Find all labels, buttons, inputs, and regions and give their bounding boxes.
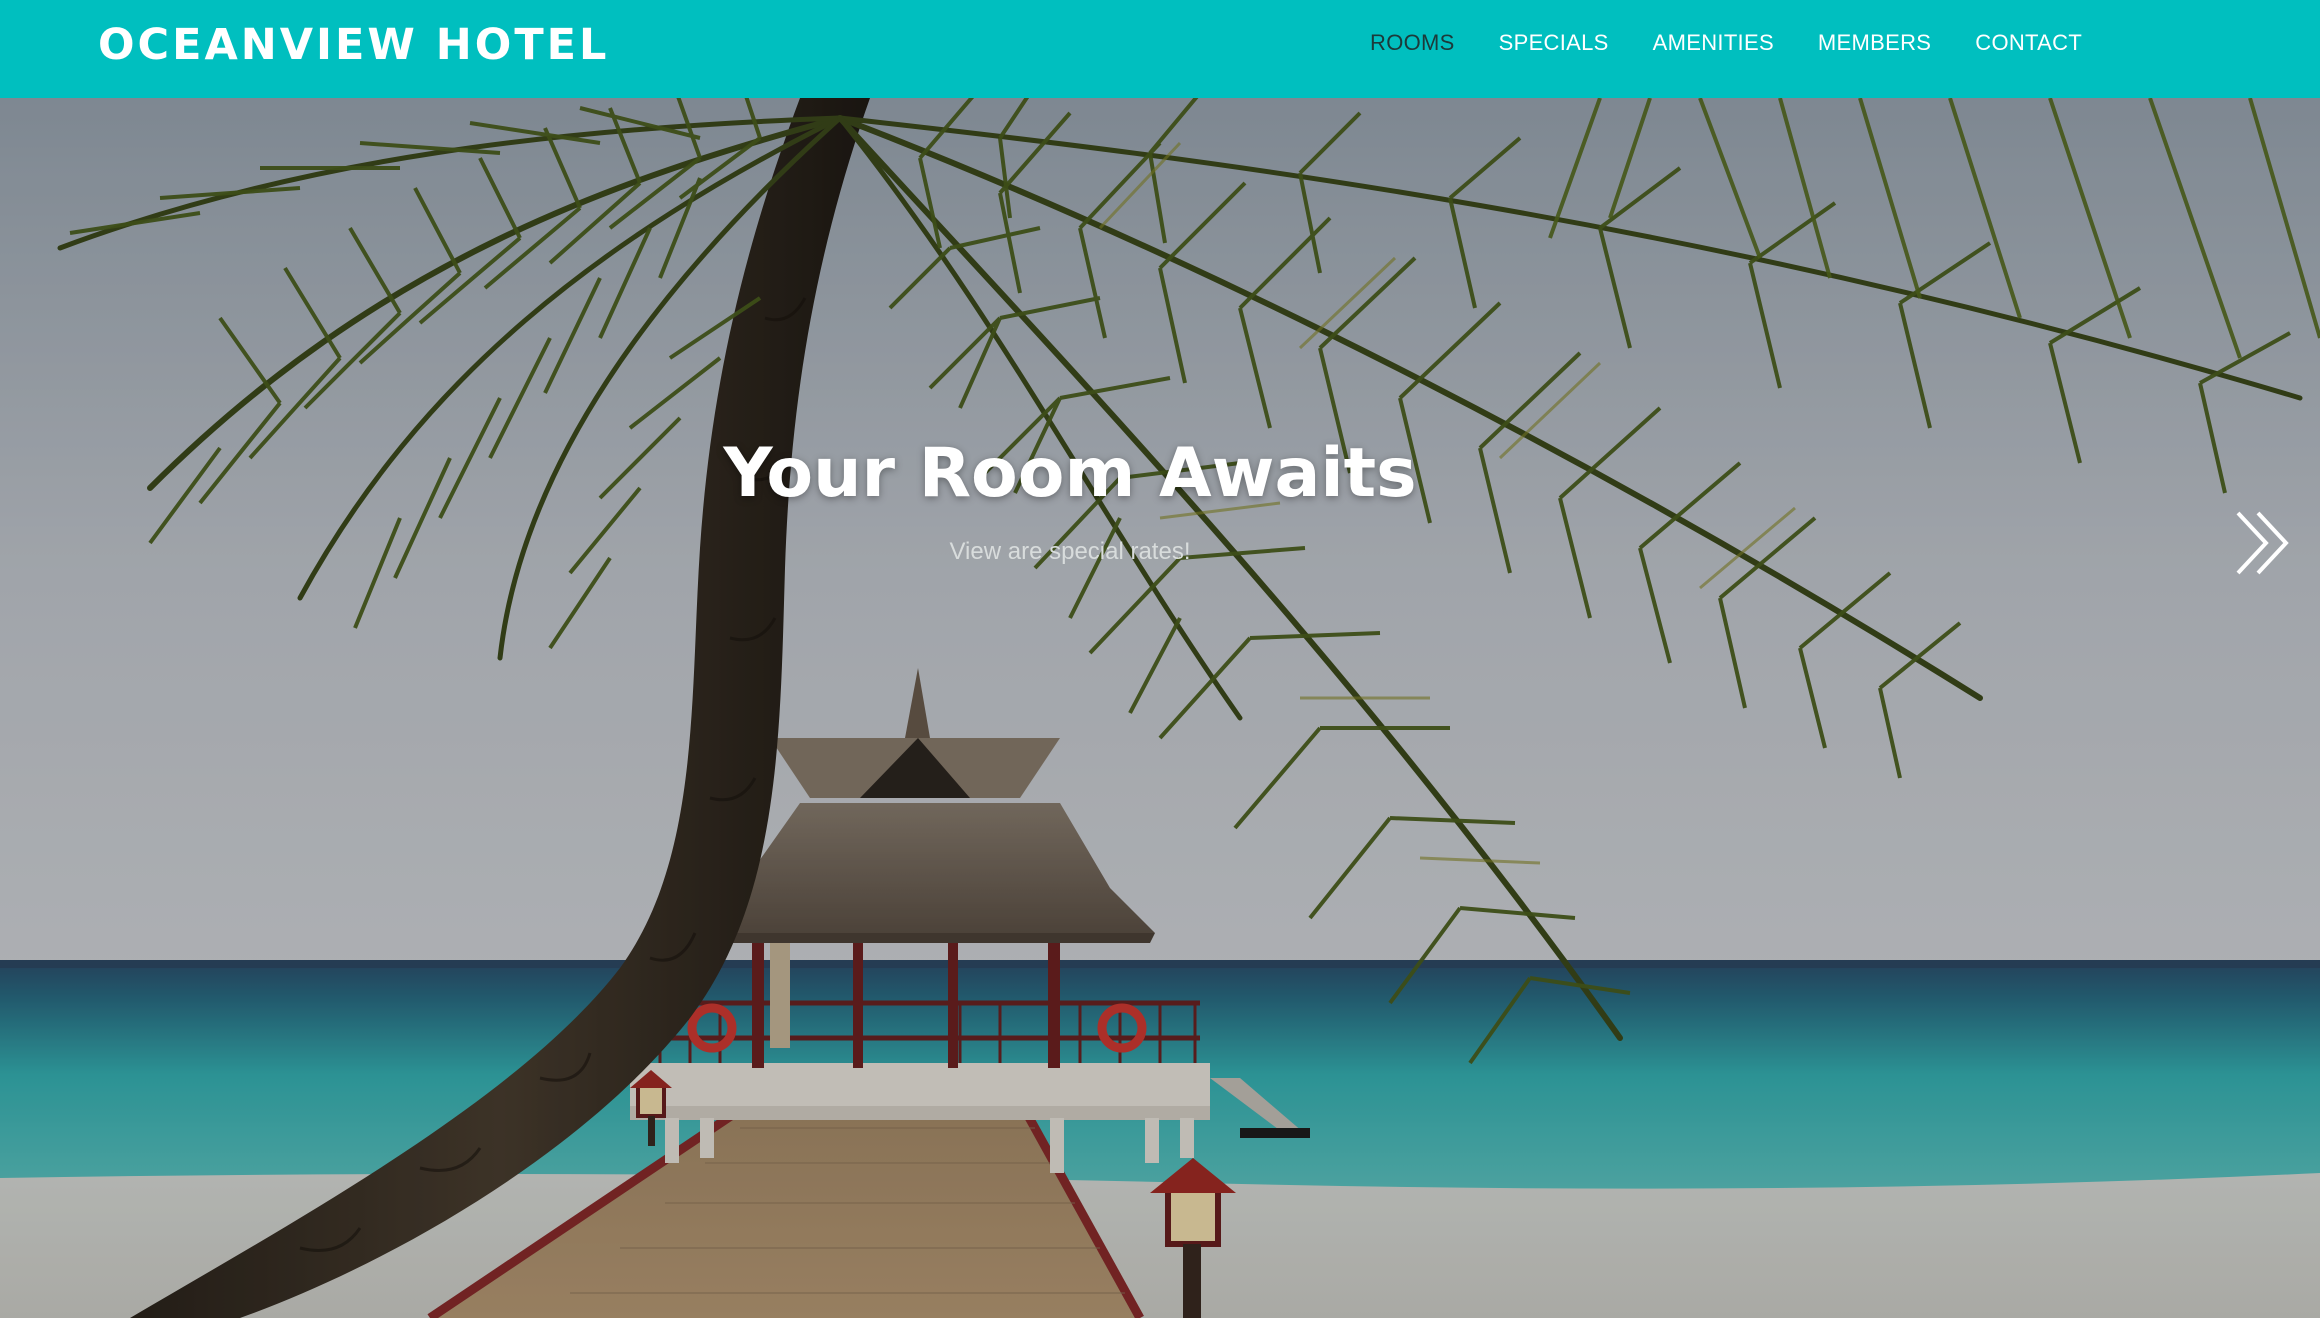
nav-item-rooms[interactable]: ROOMS — [1370, 30, 1455, 56]
main-nav: ROOMS SPECIALS AMENITIES MEMBERS CONTACT — [1370, 30, 2082, 56]
hero-title: Your Room Awaits — [723, 433, 1417, 513]
nav-item-contact[interactable]: CONTACT — [1975, 30, 2082, 56]
hero-carousel: Your Room Awaits View are special rates! — [0, 98, 2320, 1318]
top-navbar: OCEANVIEW HOTEL ROOMS SPECIALS AMENITIES… — [0, 0, 2320, 98]
nav-item-amenities[interactable]: AMENITIES — [1653, 30, 1774, 56]
nav-item-specials[interactable]: SPECIALS — [1499, 30, 1609, 56]
brand-logo[interactable]: OCEANVIEW HOTEL — [98, 20, 609, 70]
special-rates-link[interactable]: View are special rates! — [0, 538, 2140, 566]
double-chevron-right-icon[interactable] — [2230, 503, 2300, 583]
nav-item-members[interactable]: MEMBERS — [1818, 30, 1931, 56]
hero-dim-overlay — [0, 98, 2320, 1318]
